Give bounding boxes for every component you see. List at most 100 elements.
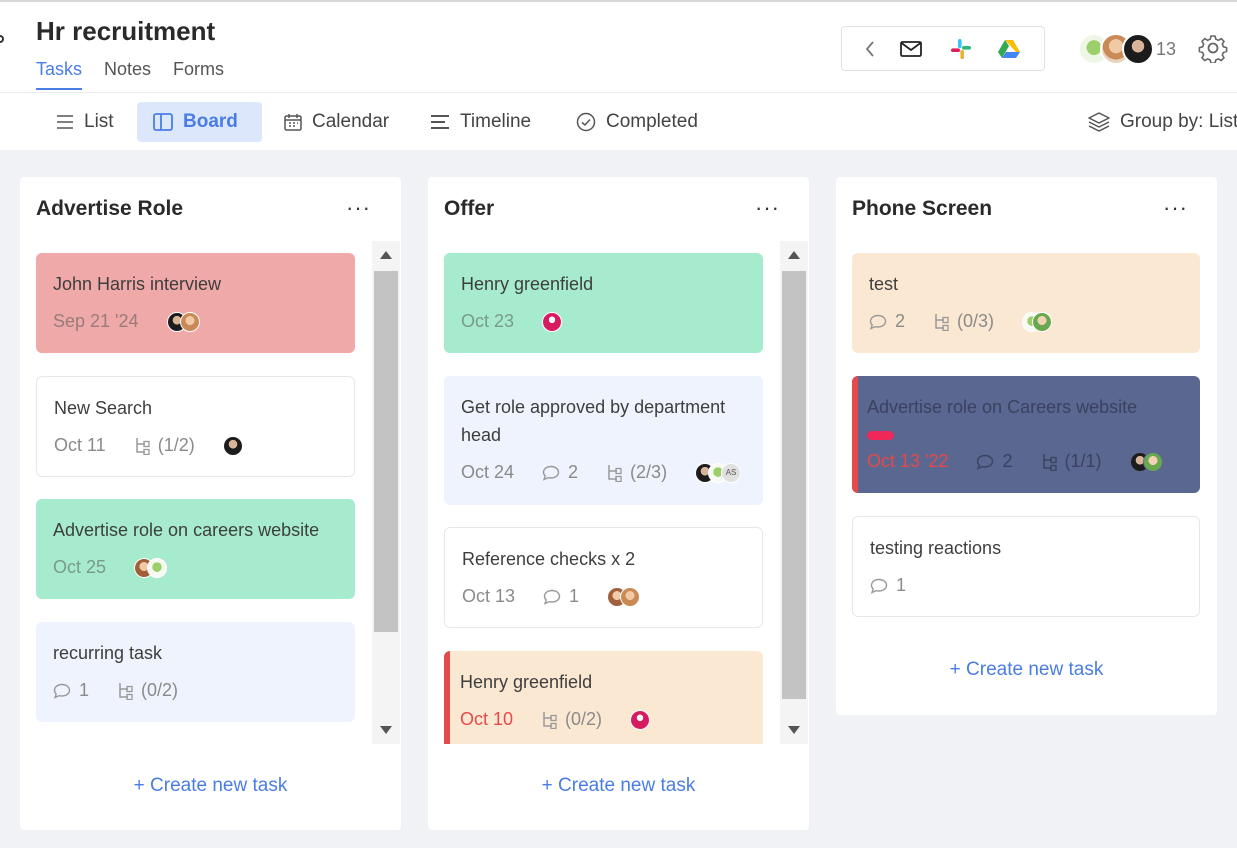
task-card[interactable]: Get role approved by department head Oct… [444,376,763,505]
scroll-down-icon[interactable] [380,726,392,734]
task-card[interactable]: Advertise role on careers website Oct 25 [36,499,355,599]
avatar [1122,33,1154,65]
app-header: Hr recruitment Tasks Notes Forms 13 [0,0,1237,92]
view-board-label: Board [183,111,238,132]
avatar [222,435,243,456]
project-tabs: Tasks Notes Forms [36,59,224,90]
view-calendar-label: Calendar [312,111,390,132]
check-circle-icon [576,112,596,132]
avatar [620,586,641,607]
column-title: Offer [444,197,495,220]
scroll-down-icon[interactable] [788,726,800,734]
view-toolbar: List Board Calendar Timeline Completed G… [0,92,1237,150]
scrollbar-thumb[interactable] [374,271,398,632]
task-card[interactable]: Reference checks x 2 Oct 13 1 [444,527,763,628]
assignee-avatars [166,311,200,332]
task-card[interactable]: Henry greenfield Oct 10 (0/2) [444,651,763,744]
task-card[interactable]: Advertise role on Careers website Oct 13… [852,376,1200,493]
task-title: testing reactions [870,538,1002,558]
more-options-icon[interactable]: ··· [1163,195,1188,221]
task-card[interactable]: recurring task 1 (0/2) [36,622,355,722]
comment-icon [870,578,888,594]
member-avatars[interactable] [1078,33,1154,65]
view-completed-button[interactable]: Completed [560,102,714,142]
assignee-avatars: AS [695,462,742,483]
more-options-icon[interactable]: ··· [755,195,780,221]
subtask-icon [935,313,949,331]
task-title: test [869,274,899,294]
task-title: Advertise role on Careers website [867,397,1138,417]
board-icon [153,113,173,131]
assignee-avatars [1022,311,1053,332]
tab-notes[interactable]: Notes [104,59,151,90]
create-task-button[interactable]: + Create new task [428,775,809,797]
avatar [1032,311,1053,332]
due-date: Sep 21 '24 [53,311,139,331]
priority-indicator [852,376,858,493]
due-date: Oct 25 [53,557,107,577]
scrollbar-thumb[interactable] [782,271,806,699]
subtask-count: (0/2) [565,709,603,729]
task-card[interactable]: New Search Oct 11 (1/2) [36,376,355,477]
task-title: Henry greenfield [461,274,594,294]
column-title: Phone Screen [852,197,993,220]
task-title: Reference checks x 2 [462,549,636,569]
column-card-list: test 2 (0/3) Advertise role on Careers w… [852,253,1201,623]
member-count[interactable]: 13 [1156,39,1176,60]
gear-icon[interactable] [1198,33,1228,64]
subtask-count: (2/3) [630,462,668,482]
page-title: Hr recruitment [36,16,216,46]
avatar [147,557,168,578]
comment-count: 1 [896,575,907,595]
group-by-dropdown[interactable]: Group by: List [1088,102,1237,142]
task-card[interactable]: Henry greenfield Oct 23 [444,253,763,353]
view-board-button[interactable]: Board [137,102,262,142]
column-card-list: Henry greenfield Oct 23 Get role approve… [444,253,763,744]
column-scrollbar[interactable] [780,241,808,744]
view-list-label: List [84,111,114,132]
layers-icon [1088,112,1110,132]
avatar [542,311,563,332]
view-timeline-label: Timeline [460,111,532,132]
comment-count: 1 [79,680,90,700]
task-card[interactable]: testing reactions 1 [852,516,1200,617]
due-date: Oct 24 [461,462,515,482]
task-title: Get role approved by department head [461,397,726,445]
subtask-count: (0/2) [141,680,179,700]
assignee-avatars [1129,451,1163,472]
view-timeline-button[interactable]: Timeline [414,102,547,142]
comment-icon [542,465,560,481]
comment-count: 2 [568,462,579,482]
slack-icon[interactable] [949,38,973,60]
gmail-icon[interactable] [899,38,923,60]
timeline-icon [431,115,449,129]
subtask-count: (1/2) [157,435,195,455]
chevron-left-icon[interactable] [858,38,882,60]
column-scrollbar[interactable] [372,241,400,744]
task-title: Advertise role on careers website [53,520,320,540]
board-column-advertise-role: Advertise Role ··· John Harris interview… [20,177,401,830]
back-circle-icon[interactable] [0,35,4,43]
create-task-button[interactable]: + Create new task [20,775,401,797]
task-title: recurring task [53,643,163,663]
google-drive-icon[interactable] [997,38,1021,60]
view-calendar-button[interactable]: Calendar [268,102,405,142]
create-task-button[interactable]: + Create new task [836,659,1217,681]
due-date: Oct 11 [54,435,106,455]
scroll-up-icon[interactable] [788,251,800,259]
label-tag[interactable] [867,431,894,440]
scroll-up-icon[interactable] [380,251,392,259]
view-list-button[interactable]: List [40,102,130,142]
comment-count: 1 [569,586,580,606]
due-date: Oct 13 '22 [867,451,949,471]
subtask-icon [1042,453,1057,471]
tab-tasks[interactable]: Tasks [36,59,83,90]
task-card[interactable]: test 2 (0/3) [852,253,1200,353]
assignee-avatars [607,586,641,607]
tab-forms[interactable]: Forms [173,59,224,90]
task-title: New Search [54,398,153,418]
more-options-icon[interactable]: ··· [346,195,371,221]
comment-icon [543,589,561,605]
avatar [1142,451,1163,472]
task-card[interactable]: John Harris interview Sep 21 '24 [36,253,355,353]
